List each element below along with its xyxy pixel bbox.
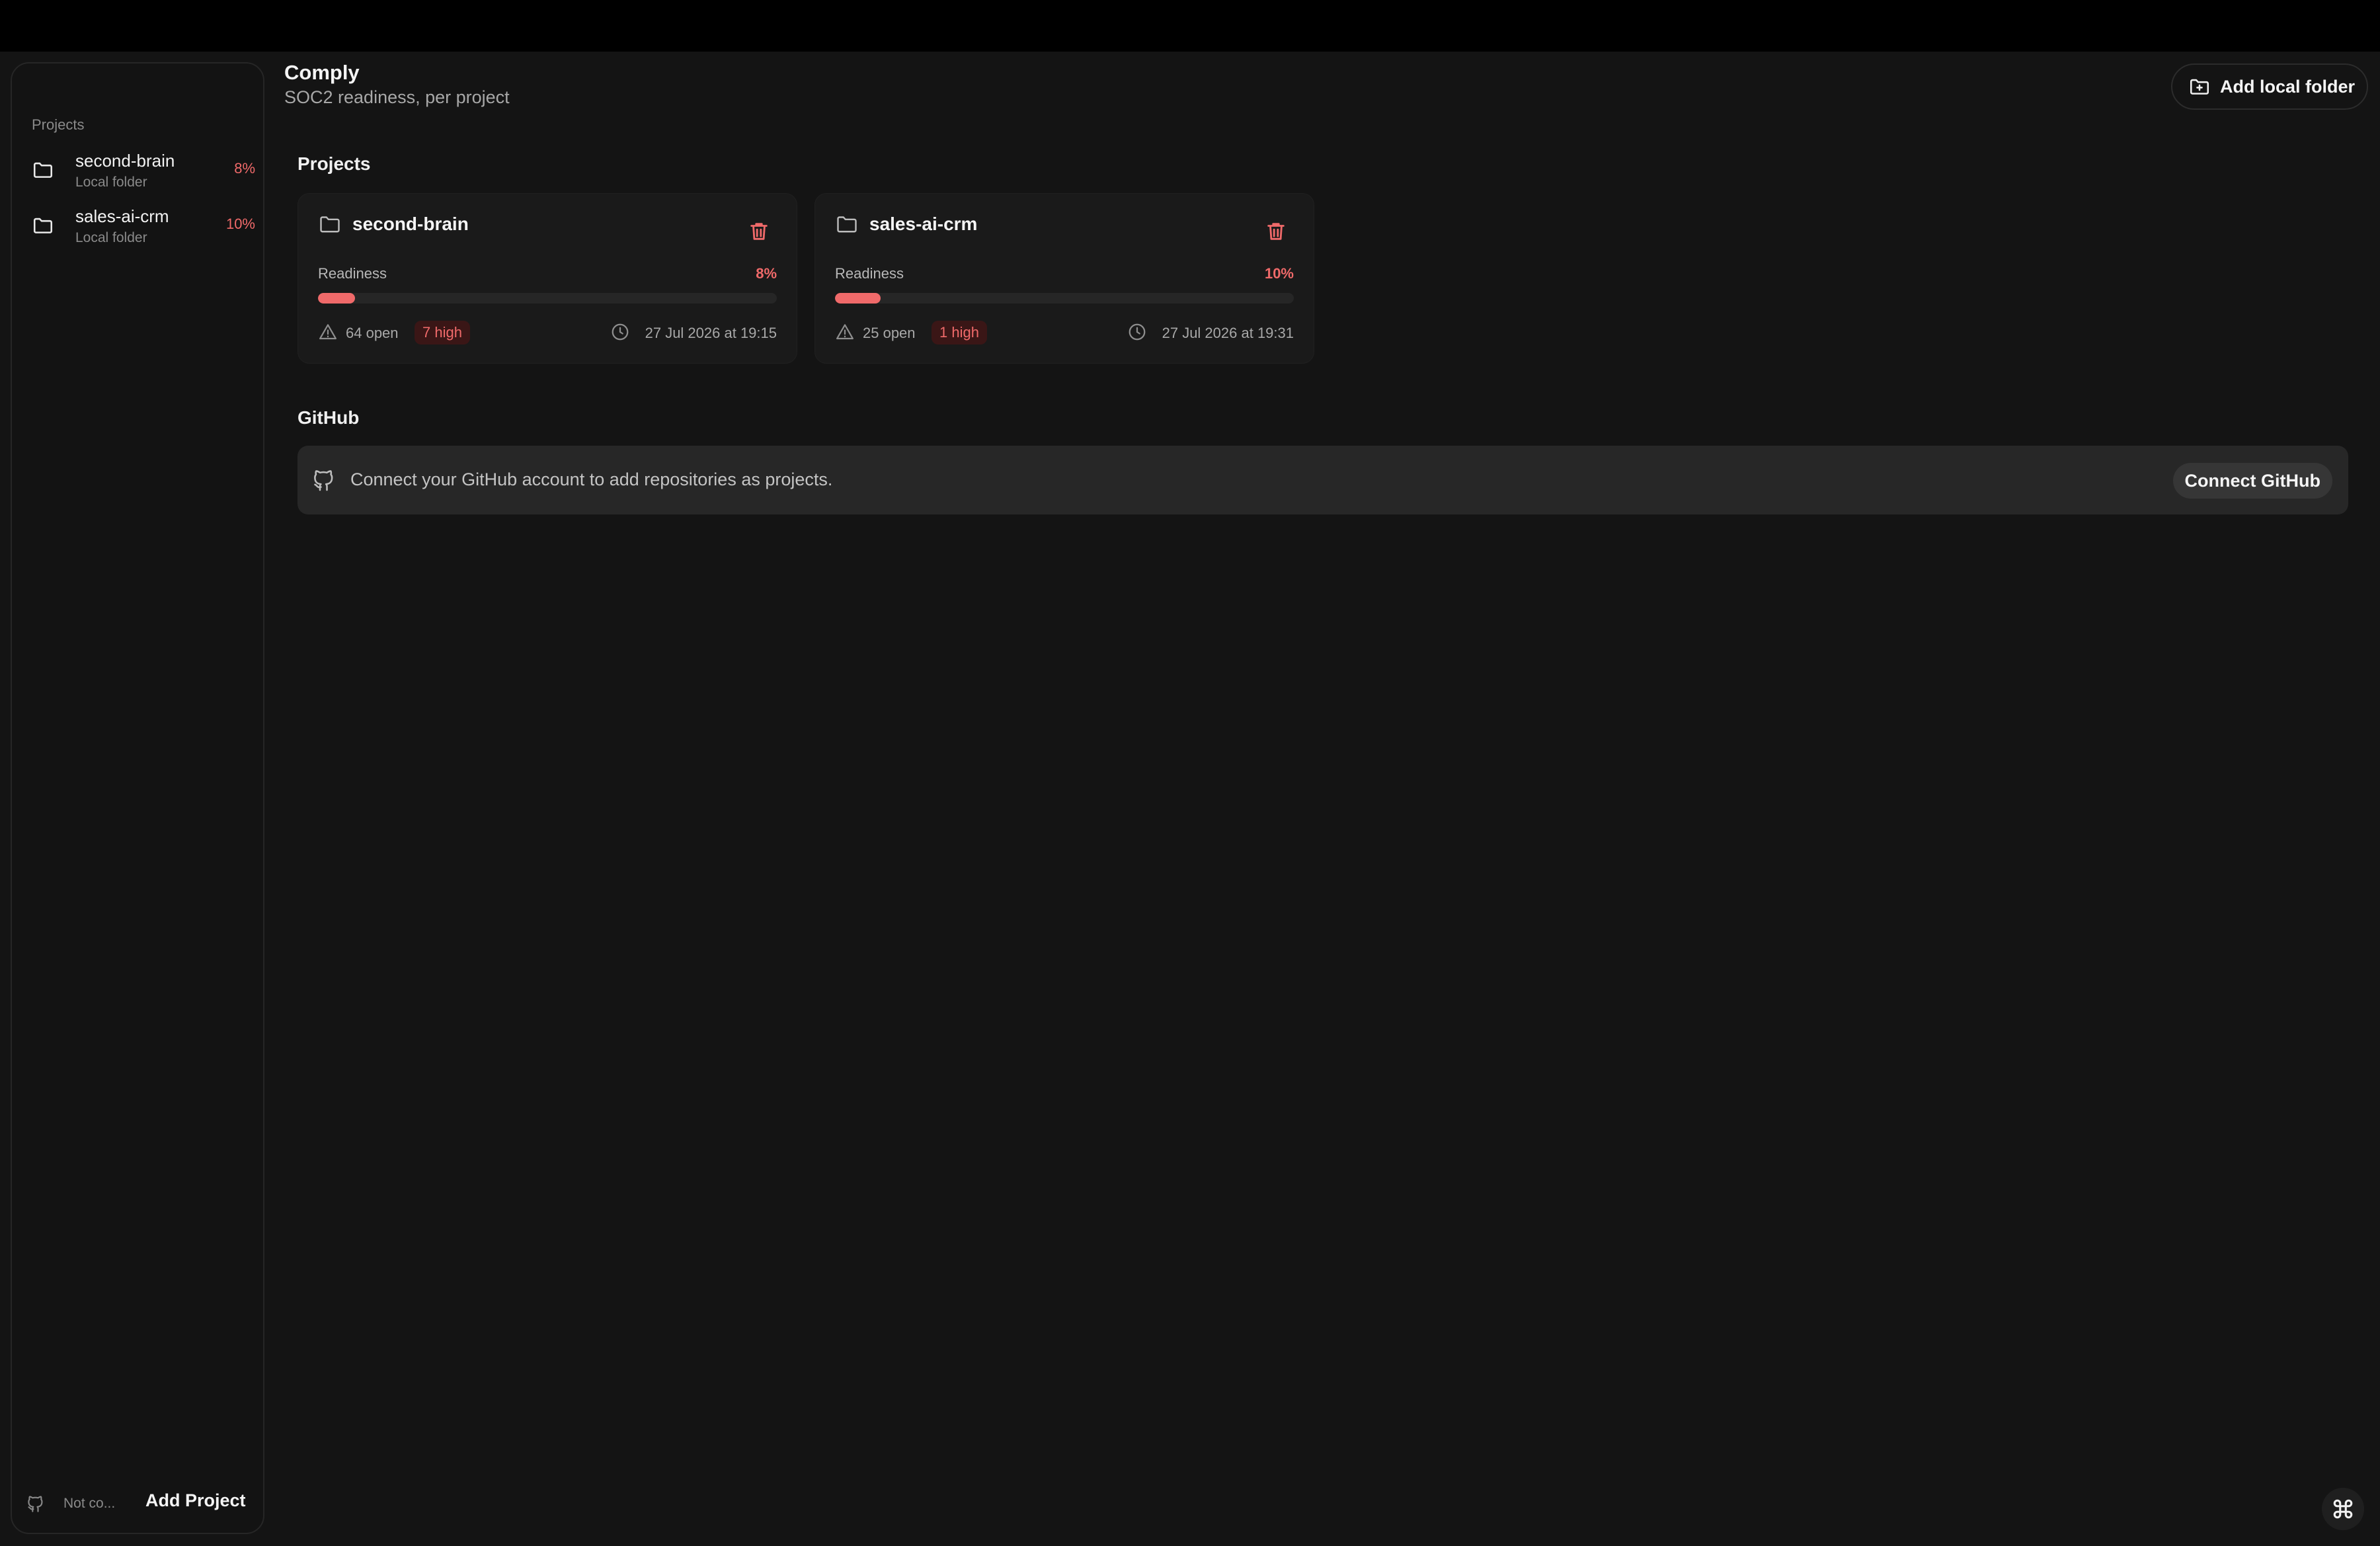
warning-icon bbox=[319, 324, 337, 340]
last-scan-time: 27 Jul 2026 at 19:15 bbox=[645, 325, 777, 341]
folder-plus-icon bbox=[2190, 79, 2209, 95]
folder-icon bbox=[320, 216, 340, 233]
folder-icon bbox=[837, 216, 857, 233]
sidebar-item-second-brain[interactable]: second-brain Local folder 8% bbox=[32, 151, 257, 201]
readiness-progress-fill bbox=[835, 293, 881, 304]
trash-icon[interactable] bbox=[748, 220, 770, 243]
last-scan-time: 27 Jul 2026 at 19:31 bbox=[1162, 325, 1294, 341]
github-connect-message: Connect your GitHub account to add repos… bbox=[350, 469, 833, 489]
github-section-title: GitHub bbox=[298, 407, 360, 428]
high-severity-badge: 1 high bbox=[932, 321, 987, 345]
github-icon bbox=[28, 1496, 43, 1512]
project-card-footer: 64 open 7 high 27 Jul 2026 at 19:15 bbox=[318, 319, 777, 346]
trash-icon[interactable] bbox=[1265, 220, 1287, 243]
sidebar-item-type: Local folder bbox=[75, 230, 147, 245]
project-card-footer: 25 open 1 high 27 Jul 2026 at 19:31 bbox=[835, 319, 1294, 346]
readiness-percent: 10% bbox=[1264, 265, 1294, 282]
sidebar-item-readiness: 8% bbox=[234, 160, 255, 177]
github-status-text: Not co... bbox=[63, 1496, 116, 1511]
add-project-button[interactable]: Add Project bbox=[145, 1490, 246, 1511]
sidebar-item-name: second-brain bbox=[75, 151, 175, 171]
clock-icon bbox=[1129, 323, 1146, 341]
github-icon bbox=[314, 470, 333, 491]
sidebar-item-name: sales-ai-crm bbox=[75, 206, 169, 226]
project-card-second-brain[interactable]: second-brain Readiness 8% 64 open 7 high… bbox=[298, 193, 797, 364]
command-menu-button[interactable] bbox=[2322, 1488, 2364, 1530]
add-local-folder-label: Add local folder bbox=[2220, 76, 2356, 97]
readiness-label: Readiness bbox=[318, 265, 387, 282]
high-severity-badge: 7 high bbox=[415, 321, 470, 345]
readiness-label: Readiness bbox=[835, 265, 904, 282]
project-name: second-brain bbox=[352, 214, 469, 234]
title-bar bbox=[0, 0, 2380, 52]
warning-icon bbox=[836, 324, 853, 340]
sidebar-item-type: Local folder bbox=[75, 175, 147, 190]
readiness-progress-bar bbox=[835, 293, 1294, 304]
page-title: Comply bbox=[284, 61, 360, 84]
sidebar-item-sales-ai-crm[interactable]: sales-ai-crm Local folder 10% bbox=[32, 206, 257, 257]
readiness-progress-fill bbox=[318, 293, 355, 304]
open-issues-count: 25 open bbox=[863, 325, 916, 341]
readiness-progress-bar bbox=[318, 293, 777, 304]
clock-icon bbox=[612, 323, 629, 341]
add-local-folder-button[interactable]: Add local folder bbox=[2171, 63, 2368, 110]
github-connect-bar: Connect your GitHub account to add repos… bbox=[298, 446, 2348, 514]
folder-icon bbox=[33, 218, 53, 233]
project-name: sales-ai-crm bbox=[869, 214, 978, 234]
connect-github-button[interactable]: Connect GitHub bbox=[2172, 463, 2332, 499]
folder-icon bbox=[33, 162, 53, 178]
readiness-percent: 8% bbox=[756, 265, 777, 282]
open-issues-count: 64 open bbox=[346, 325, 399, 341]
project-card-sales-ai-crm[interactable]: sales-ai-crm Readiness 10% 25 open 1 hig… bbox=[814, 193, 1314, 364]
sidebar-footer: Not co... Add Project bbox=[26, 1489, 251, 1518]
sidebar: Projects second-brain Local folder 8% sa… bbox=[11, 62, 264, 1534]
command-icon bbox=[2333, 1499, 2353, 1519]
projects-section-title: Projects bbox=[298, 153, 371, 174]
sidebar-heading: Projects bbox=[32, 116, 85, 133]
sidebar-item-readiness: 10% bbox=[225, 216, 255, 232]
page-subtitle: SOC2 readiness, per project bbox=[284, 87, 510, 107]
